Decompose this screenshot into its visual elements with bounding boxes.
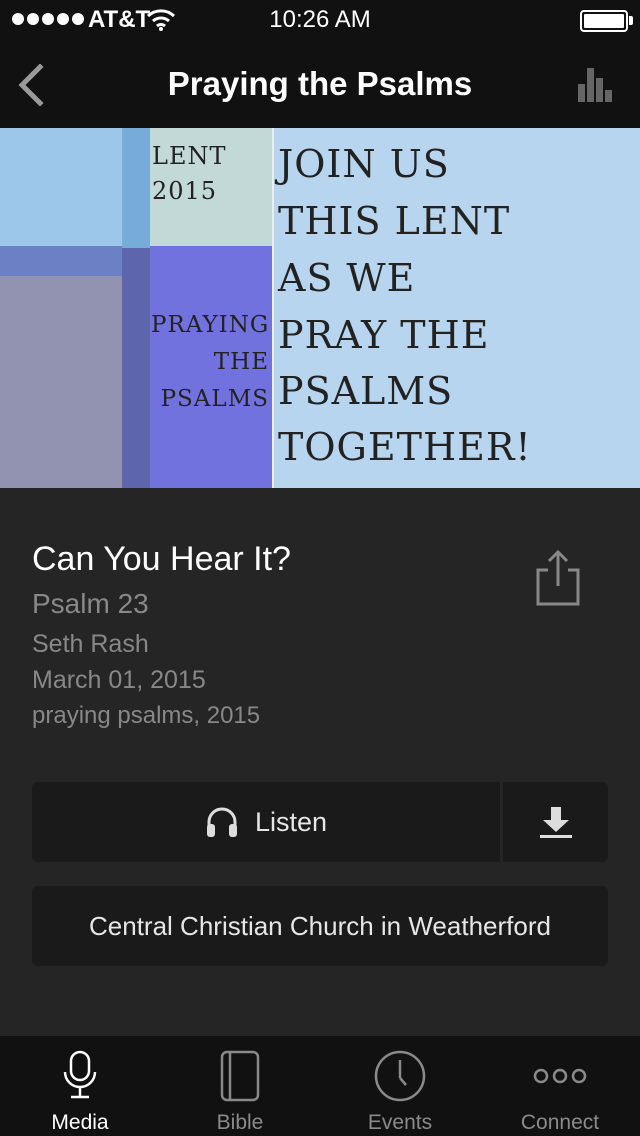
church-button[interactable]: Central Christian Church in Weatherford bbox=[32, 886, 608, 966]
banner-message-line: PSALMS bbox=[278, 369, 454, 413]
banner-year-label: 2015 bbox=[152, 177, 218, 205]
banner-message-line: THIS LENT bbox=[278, 199, 511, 243]
series-banner-image: LENT 2015 PRAYING THE PSALMS JOIN US THI… bbox=[0, 128, 640, 488]
navigation-bar: Praying the Psalms bbox=[0, 40, 640, 128]
banner-lent-label: LENT bbox=[152, 142, 227, 170]
sermon-scripture: Psalm 23 bbox=[32, 588, 149, 619]
banner-message-line: PRAY THE bbox=[278, 313, 490, 357]
download-button[interactable] bbox=[503, 782, 608, 862]
download-icon bbox=[539, 807, 572, 838]
banner-message-line: JOIN US bbox=[278, 142, 450, 186]
banner-series-line-2: THE bbox=[213, 349, 269, 375]
page-title: Praying the Psalms bbox=[167, 65, 473, 102]
tab-label: Events bbox=[367, 1111, 433, 1134]
battery-tip bbox=[629, 16, 633, 25]
tab-media[interactable]: Media bbox=[0, 1036, 160, 1136]
tab-label: Connect bbox=[520, 1111, 600, 1134]
sermon-date: March 01, 2015 bbox=[32, 666, 206, 694]
banner-series-line-1: PRAYING bbox=[151, 312, 270, 338]
more-dots-icon bbox=[533, 1068, 587, 1084]
tab-label: Media bbox=[51, 1111, 109, 1134]
status-bar: AT&T 10:26 AM bbox=[0, 0, 640, 40]
church-label: Central Christian Church in Weatherford bbox=[89, 910, 551, 941]
tab-label: Bible bbox=[216, 1111, 264, 1134]
tab-events[interactable]: Events bbox=[320, 1036, 480, 1136]
headphones-icon bbox=[206, 807, 237, 837]
banner-message-line: TOGETHER! bbox=[278, 425, 532, 469]
listen-label: Listen bbox=[254, 806, 328, 837]
microphone-icon bbox=[63, 1050, 97, 1099]
listen-button[interactable]: Listen bbox=[32, 782, 500, 862]
sermon-title: Can You Hear It? bbox=[32, 540, 291, 578]
book-icon bbox=[220, 1050, 260, 1102]
banner-message-line: AS WE bbox=[278, 256, 416, 300]
status-time: 10:26 AM bbox=[269, 6, 371, 33]
tab-bar: Media Bible Events Connect bbox=[0, 1036, 640, 1136]
clock-icon bbox=[374, 1050, 426, 1102]
sermon-speaker: Seth Rash bbox=[32, 630, 149, 658]
sermon-tags: praying psalms, 2015 bbox=[32, 702, 261, 729]
battery-icon bbox=[580, 10, 628, 32]
tab-connect[interactable]: Connect bbox=[480, 1036, 640, 1136]
share-icon[interactable] bbox=[532, 548, 584, 608]
banner-series-line-3: PSALMS bbox=[160, 386, 269, 412]
bar-chart-icon[interactable] bbox=[578, 68, 614, 102]
tab-bible[interactable]: Bible bbox=[160, 1036, 320, 1136]
